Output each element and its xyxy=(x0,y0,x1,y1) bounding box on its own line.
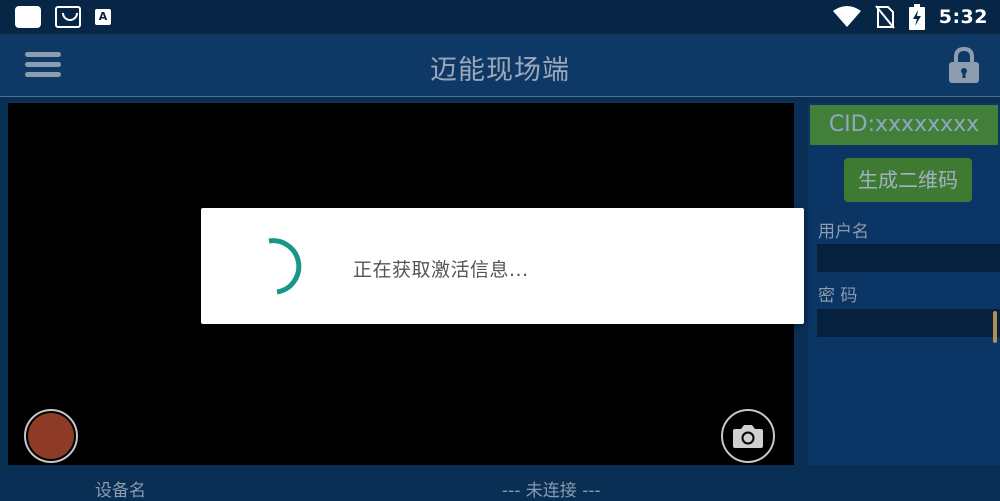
loading-message: 正在获取激活信息... xyxy=(353,259,529,281)
loading-spinner-icon xyxy=(268,238,302,295)
modal-overlay: 正在获取激活信息... xyxy=(0,0,1000,500)
loading-dialog: 正在获取激活信息... xyxy=(201,208,804,324)
